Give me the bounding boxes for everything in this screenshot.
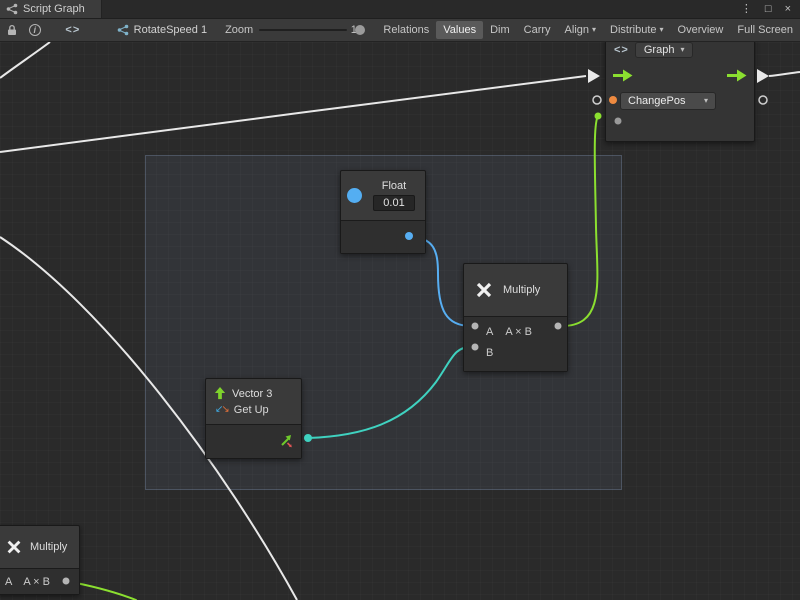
code-icon: <> xyxy=(65,24,80,36)
relations-label: Relations xyxy=(383,24,429,36)
graph-asset-icon xyxy=(117,24,129,36)
chevron-down-icon: ▾ xyxy=(660,26,664,34)
vector-node-subheader: ↙↘ Get Up xyxy=(206,401,301,424)
info-icon: i xyxy=(29,24,41,36)
close-icon[interactable]: × xyxy=(785,4,791,15)
graph-toolbar: i <> RotateSpeed 1 Zoom 1x Relations Val… xyxy=(0,19,800,42)
vector-node-header: Vector 3 xyxy=(206,379,301,401)
multiply-icon xyxy=(5,538,23,556)
script-graph-window: Script Graph ⋮ □ × i <> xyxy=(0,0,800,600)
multiply-node-header: Multiply xyxy=(464,264,567,316)
zoom-slider[interactable] xyxy=(259,23,347,37)
dim-label: Dim xyxy=(490,24,510,36)
multiply-icon xyxy=(474,280,494,300)
info-button[interactable]: i xyxy=(29,24,42,36)
edit-graph-button[interactable]: <> xyxy=(65,24,81,36)
lock-button[interactable] xyxy=(6,24,19,36)
carry-button[interactable]: Carry xyxy=(517,21,558,39)
align-label: Align xyxy=(565,24,589,36)
multiply-node-body: A A × B B xyxy=(464,316,567,371)
flow-in-arrow-icon[interactable] xyxy=(613,69,633,82)
variable-flow-row xyxy=(606,61,754,89)
zoom-slider-track[interactable] xyxy=(259,29,347,31)
vector3-up-arrow-icon xyxy=(214,387,226,400)
overview-label: Overview xyxy=(678,24,724,36)
node-set-variable[interactable]: <> Graph ▾ ChangePos ▾ xyxy=(605,42,755,142)
values-label: Values xyxy=(443,24,476,36)
script-graph-icon xyxy=(6,3,18,15)
flow-wire-into-changepos[interactable] xyxy=(0,76,586,152)
multiply2-node-title: Multiply xyxy=(30,541,67,553)
vector-node-body xyxy=(206,424,301,458)
window-controls: ⋮ □ × xyxy=(741,0,800,18)
overview-button[interactable]: Overview xyxy=(671,21,731,39)
fullscreen-button[interactable]: Full Screen xyxy=(730,21,800,39)
flow-wire-out-of-changepos[interactable] xyxy=(769,72,800,76)
tab-script-graph[interactable]: Script Graph xyxy=(0,0,102,18)
multiply-node-title: Multiply xyxy=(503,284,540,296)
chevron-down-icon: ▾ xyxy=(592,26,596,34)
multiply2-output-label: A × B xyxy=(23,576,50,588)
node-multiply-partial[interactable]: Multiply A A × B xyxy=(0,525,80,595)
zoom-label: Zoom xyxy=(225,24,253,36)
carry-label: Carry xyxy=(524,24,551,36)
dim-button[interactable]: Dim xyxy=(483,21,517,39)
align-button[interactable]: Align ▾ xyxy=(558,21,603,39)
vector-node-title: Vector 3 xyxy=(232,388,272,400)
distribute-button[interactable]: Distribute ▾ xyxy=(603,21,670,39)
variable-name-dropdown[interactable]: ChangePos ▾ xyxy=(620,92,716,110)
node-vector3-get-up[interactable]: Vector 3 ↙↘ Get Up xyxy=(205,378,302,459)
chevron-down-icon: ▾ xyxy=(680,46,684,54)
multiply-input-a-label: A xyxy=(486,326,493,338)
axes-arrows-icon: ↙↘ xyxy=(215,405,228,415)
node-float[interactable]: Float 0.01 xyxy=(340,170,426,254)
values-button[interactable]: Values xyxy=(436,21,483,39)
relations-button[interactable]: Relations xyxy=(376,21,436,39)
variable-scope-dropdown[interactable]: Graph ▾ xyxy=(635,42,694,58)
graph-canvas[interactable]: Float 0.01 Multiply A A × B B xyxy=(0,42,800,600)
multiply2-node-header: Multiply xyxy=(0,526,79,568)
breadcrumb-label: RotateSpeed 1 xyxy=(134,24,207,36)
float-node-header: Float 0.01 xyxy=(341,171,425,220)
wire-getup-to-multiply-b[interactable] xyxy=(308,347,471,438)
variable-node-header: <> Graph ▾ xyxy=(606,42,754,61)
multiply-input-b-label: B xyxy=(486,347,493,359)
distribute-label: Distribute xyxy=(610,24,656,36)
chevron-down-icon: ▾ xyxy=(704,97,708,105)
variable-name-row: ChangePos ▾ xyxy=(606,89,754,113)
get-up-output-icon xyxy=(279,434,293,448)
fullscreen-label: Full Screen xyxy=(737,24,793,36)
variable-name-label: ChangePos xyxy=(628,95,686,107)
visual-scripting-icon: <> xyxy=(614,44,629,56)
flow-out-arrow-icon[interactable] xyxy=(727,69,747,82)
vector-node-subtitle: Get Up xyxy=(234,404,269,416)
multiply-output-label: A × B xyxy=(505,326,532,338)
node-multiply[interactable]: Multiply A A × B B xyxy=(463,263,568,372)
zoom-slider-handle[interactable] xyxy=(355,25,365,35)
float-value-field[interactable]: 0.01 xyxy=(373,195,415,211)
tab-title: Script Graph xyxy=(23,3,85,15)
lock-icon xyxy=(6,24,18,36)
flow-wire-top-left[interactable] xyxy=(0,42,50,78)
float-node-body xyxy=(341,220,425,253)
maximize-icon[interactable]: □ xyxy=(765,4,772,15)
float-node-title: Float xyxy=(382,180,406,192)
multiply2-input-a-label: A xyxy=(5,576,12,588)
multiply2-node-body: A A × B xyxy=(0,568,79,594)
pane-menu-icon[interactable]: ⋮ xyxy=(741,4,752,15)
variable-scope-label: Graph xyxy=(644,44,675,56)
breadcrumb-graph[interactable]: RotateSpeed 1 xyxy=(117,24,207,36)
float-type-icon xyxy=(347,188,362,203)
variable-value-row xyxy=(606,113,754,137)
title-bar: Script Graph ⋮ □ × xyxy=(0,0,800,19)
